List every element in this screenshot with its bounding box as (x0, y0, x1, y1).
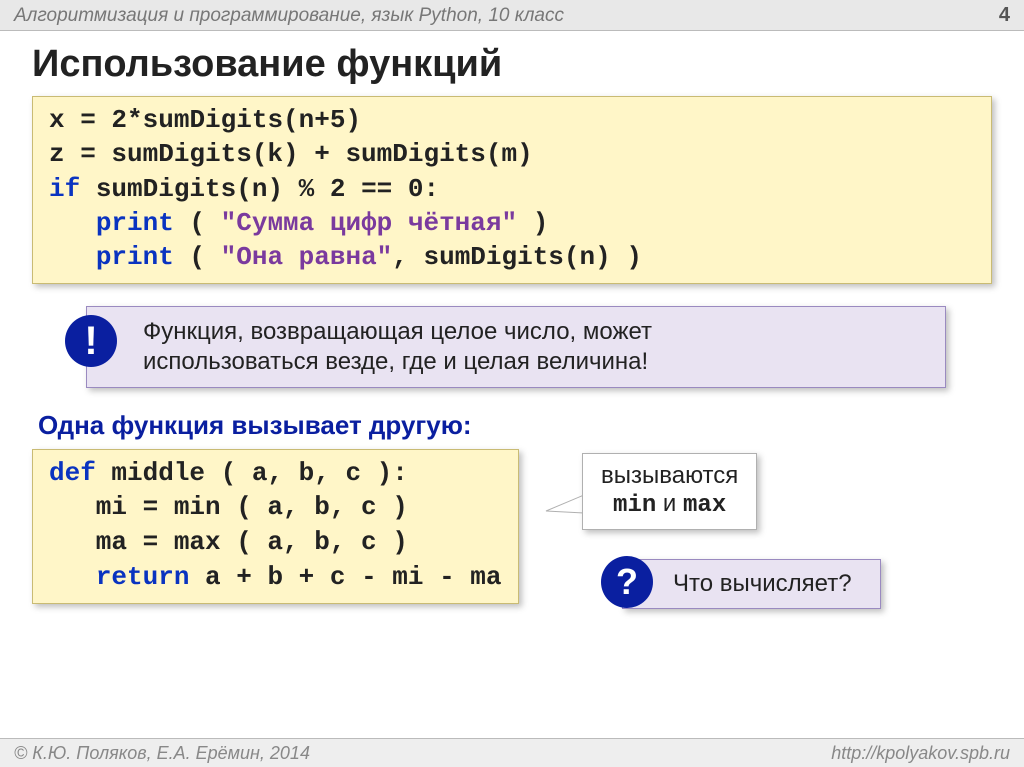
page-title: Использование функций (32, 43, 992, 86)
code-block-2: def middle ( a, b, c ): mi = min ( a, b,… (32, 449, 519, 604)
page-number: 4 (999, 4, 1010, 27)
note-bubble: вызываются min и max (582, 453, 757, 531)
note-line2: min и max (601, 490, 738, 521)
question-icon: ? (601, 556, 653, 608)
question-callout: ? Что вычисляет? (622, 559, 881, 609)
footer-url: http://kpolyakov.spb.ru (831, 743, 1010, 764)
slide-header: Алгоритмизация и программирование, язык … (0, 0, 1024, 31)
slide-footer: © К.Ю. Поляков, Е.А. Ерёмин, 2014 http:/… (0, 738, 1024, 767)
question-text: Что вычисляет? (673, 570, 852, 597)
course-title: Алгоритмизация и программирование, язык … (14, 5, 564, 27)
info-callout: ! Функция, возвращающая целое число, мож… (86, 306, 946, 388)
footer-authors: © К.Ю. Поляков, Е.А. Ерёмин, 2014 (14, 743, 310, 764)
main-content: Использование функций x = 2*sumDigits(n+… (0, 31, 1024, 604)
callout-line1: Функция, возвращающая целое число, может (143, 318, 652, 345)
code-block-1: x = 2*sumDigits(n+5) z = sumDigits(k) + … (32, 96, 992, 284)
row-2: def middle ( a, b, c ): mi = min ( a, b,… (32, 449, 992, 604)
note-line1: вызываются (601, 462, 738, 491)
exclamation-icon: ! (65, 315, 117, 367)
speech-tail-icon (544, 491, 584, 519)
callout-line2: использоваться везде, где и целая величи… (143, 348, 648, 375)
subheading: Одна функция вызывает другую: (38, 410, 992, 441)
